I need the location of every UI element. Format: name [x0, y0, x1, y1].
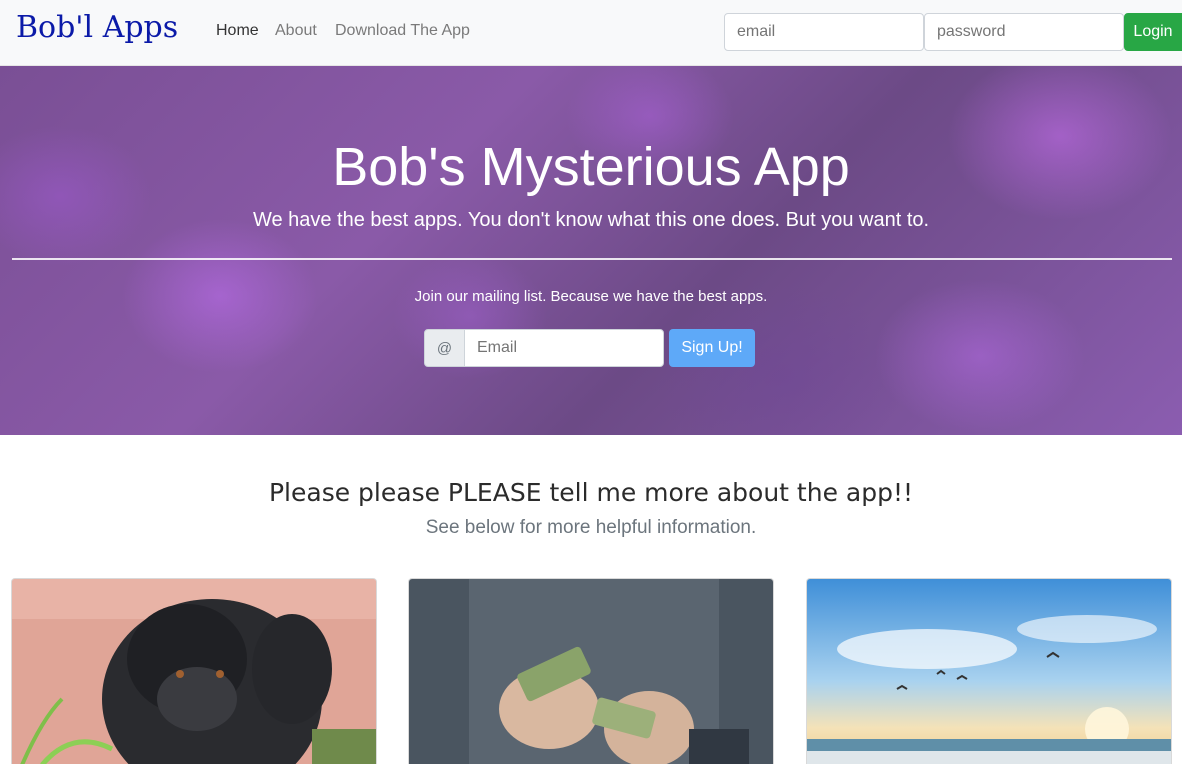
nav-link-about[interactable]: About: [275, 22, 317, 40]
info-card-gorilla: [11, 578, 377, 764]
hero-title: Bob's Mysterious App: [332, 137, 850, 197]
signup-button[interactable]: Sign Up!: [669, 329, 755, 367]
info-heading: Please please PLEASE tell me more about …: [268, 478, 914, 507]
beach-sunset-seagulls-image: [807, 579, 1171, 764]
login-email-input[interactable]: [724, 13, 924, 51]
info-card-money: [408, 578, 774, 764]
at-prefix: @: [424, 329, 465, 367]
signup-email-input[interactable]: [464, 329, 664, 367]
mailing-list-text: Join our mailing list. Because we have t…: [414, 288, 768, 305]
nav-link-home[interactable]: Home: [216, 22, 259, 40]
person-counting-money-image: [409, 579, 773, 764]
gorilla-thinking-image: [12, 579, 376, 764]
info-subheading: See below for more helpful information.: [425, 517, 757, 538]
navbar: Bob'l Apps Home About Download The App L…: [0, 0, 1182, 66]
nav-link-download[interactable]: Download The App: [335, 22, 470, 40]
hero-subtitle: We have the best apps. You don't know wh…: [252, 209, 930, 231]
login-password-input[interactable]: [924, 13, 1124, 51]
hero-banner: Bob's Mysterious App We have the best ap…: [0, 66, 1182, 435]
hero-divider: [12, 258, 1172, 260]
info-card-beach: [806, 578, 1172, 764]
brand-logo[interactable]: Bob'l Apps: [16, 10, 178, 45]
login-button[interactable]: Login: [1124, 13, 1182, 51]
